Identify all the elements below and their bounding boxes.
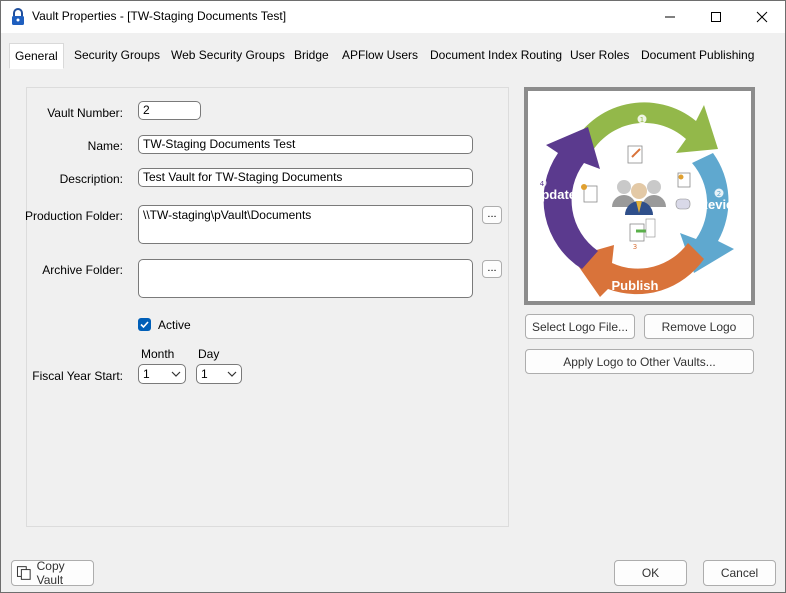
tab-document-publishing[interactable]: Document Publishing — [636, 43, 759, 67]
archive-folder-browse-button[interactable]: ... — [482, 260, 502, 278]
vault-logo-preview: 1 Draft 2 Review 3 Publish 4 Update — [524, 87, 755, 305]
production-folder-label: Production Folder: — [24, 209, 123, 223]
close-icon — [756, 11, 768, 23]
tab-user-roles[interactable]: User Roles — [565, 43, 634, 67]
close-button[interactable] — [739, 1, 785, 33]
name-label: Name: — [87, 139, 123, 153]
update-step-label: Update — [532, 187, 576, 202]
chevron-down-icon — [227, 371, 237, 377]
month-value: 1 — [143, 367, 150, 381]
lock-icon — [12, 8, 24, 25]
day-label: Day — [198, 347, 220, 361]
cancel-button[interactable]: Cancel — [703, 560, 776, 586]
vault-number-label: Vault Number: — [47, 106, 123, 120]
fiscal-year-start-label: Fiscal Year Start: — [32, 369, 123, 383]
copy-vault-button[interactable]: Copy Vault — [11, 559, 94, 587]
archive-folder-label: Archive Folder: — [42, 263, 123, 277]
vault-settings-group: Vault Number: 2 Name: TW-Staging Documen… — [24, 87, 509, 527]
apply-logo-to-other-vaults-button[interactable]: Apply Logo to Other Vaults... — [525, 349, 754, 374]
remove-logo-button[interactable]: Remove Logo — [644, 314, 754, 339]
checkbox-icon — [140, 321, 149, 329]
minimize-button[interactable] — [647, 1, 693, 33]
title-bar: Vault Properties - [TW-Staging Documents… — [1, 1, 785, 33]
copy-vault-label: Copy Vault — [36, 559, 65, 587]
active-checkbox[interactable] — [138, 318, 151, 331]
vault-properties-window: Vault Properties - [TW-Staging Documents… — [0, 0, 786, 593]
active-label: Active — [158, 318, 191, 332]
description-field[interactable]: Test Vault for TW-Staging Documents — [138, 168, 473, 187]
archive-folder-field[interactable] — [138, 259, 473, 298]
tab-document-index-routing[interactable]: Document Index Routing — [425, 43, 567, 67]
tab-general[interactable]: General — [9, 43, 64, 69]
tab-apflow-users[interactable]: APFlow Users — [337, 43, 423, 67]
window-title: Vault Properties - [TW-Staging Documents… — [32, 9, 287, 23]
maximize-button[interactable] — [693, 1, 739, 33]
month-select[interactable]: 1 — [138, 364, 186, 384]
workflow-cycle-logo: 1 Draft 2 Review 3 Publish 4 Update — [532, 102, 745, 297]
copy-icon — [16, 566, 31, 580]
day-value: 1 — [201, 367, 208, 381]
chevron-down-icon — [171, 371, 181, 377]
minimize-icon — [665, 16, 675, 18]
month-label: Month — [141, 347, 175, 361]
day-select[interactable]: 1 — [196, 364, 242, 384]
tab-bridge[interactable]: Bridge — [289, 43, 334, 67]
draft-number: 1 — [640, 116, 644, 124]
publish-number: 3 — [633, 243, 637, 251]
general-tab-panel: Vault Number: 2 Name: TW-Staging Documen… — [9, 67, 778, 545]
people-icon — [612, 180, 666, 215]
tab-web-security-groups[interactable]: Web Security Groups — [166, 43, 290, 67]
review-step-label: Review — [699, 197, 745, 212]
publish-step-label: Publish — [612, 278, 659, 293]
draft-step-label: Draft — [627, 124, 658, 139]
description-label: Description: — [59, 172, 123, 186]
tab-security-groups[interactable]: Security Groups — [69, 43, 165, 67]
maximize-icon — [711, 12, 721, 22]
vault-number-field[interactable]: 2 — [138, 101, 201, 120]
production-folder-browse-button[interactable]: ... — [482, 206, 502, 224]
production-folder-field[interactable]: \\TW-staging\pVault\Documents — [138, 205, 473, 244]
name-field[interactable]: TW-Staging Documents Test — [138, 135, 473, 154]
ok-button[interactable]: OK — [614, 560, 687, 586]
select-logo-file-button[interactable]: Select Logo File... — [525, 314, 635, 339]
tab-strip: General Security Groups Web Security Gro… — [9, 43, 778, 69]
